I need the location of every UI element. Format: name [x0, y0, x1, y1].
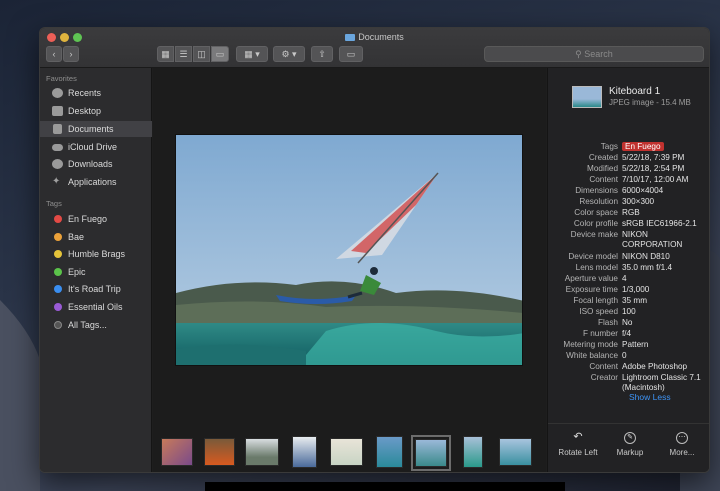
show-less-link[interactable]: Show Less — [629, 392, 671, 402]
thumbnail-2[interactable] — [204, 438, 235, 466]
thumbnail-4[interactable] — [292, 436, 317, 468]
sidebar-tag-humble-brags[interactable]: Humble Brags — [40, 246, 152, 262]
download-icon — [52, 159, 63, 169]
edit-tags-button[interactable]: ▭ — [339, 46, 363, 62]
sidebar-tag-essential-oils[interactable]: Essential Oils — [40, 299, 152, 315]
preview-inspector: Kiteboard 1 JPEG image - 15.4 MB Tags En… — [547, 68, 709, 472]
tags-heading: Tags — [46, 199, 62, 208]
search-placeholder: Search — [584, 49, 613, 59]
purple-tag-icon — [54, 303, 62, 311]
favorites-heading: Favorites — [46, 74, 77, 83]
icon-view-button[interactable]: ▦ — [157, 46, 174, 62]
group-icon: ▦ ▾ — [244, 49, 260, 59]
sidebar-tag-en-fuego[interactable]: En Fuego — [40, 211, 152, 227]
sidebar-tag-its-road-trip[interactable]: It's Road Trip — [40, 281, 152, 297]
green-tag-icon — [54, 268, 62, 276]
list-view-button[interactable]: ☰ — [175, 46, 192, 62]
thumbnail-6[interactable] — [376, 436, 403, 468]
finder-window: Documents ‹ › ▦ ☰ ◫ ▭ ▦ ▾ ⚙ ▾ ⇧ ▭ ⚲ Sear… — [39, 27, 710, 473]
thumbnail-kiteboard-1-selected[interactable] — [411, 435, 451, 471]
yellow-tag-icon — [54, 250, 62, 258]
column-view-button[interactable]: ◫ — [193, 46, 210, 62]
kiteboard-photo — [176, 135, 522, 365]
gear-icon: ⚙ ▾ — [281, 49, 297, 59]
file-name: Kiteboard 1 — [609, 86, 661, 97]
quick-actions-bar: ↶ Rotate Left ✎ Markup ⋯ More... — [548, 423, 709, 472]
thumbnail-9[interactable] — [499, 438, 532, 466]
applications-icon: ✦ — [52, 176, 61, 187]
chevron-left-icon: ‹ — [52, 49, 56, 59]
sidebar-item-desktop[interactable]: Desktop — [40, 103, 152, 119]
gallery-preview-pane — [153, 68, 546, 472]
gallery-icon: ▭ — [215, 49, 225, 59]
folder-icon — [345, 34, 356, 41]
forward-button[interactable]: › — [63, 46, 79, 62]
document-icon — [53, 124, 62, 134]
markup-icon: ✎ — [624, 432, 636, 444]
grid-icon: ▦ — [161, 49, 170, 59]
list-icon: ☰ — [179, 49, 188, 59]
columns-icon: ◫ — [197, 49, 206, 59]
image-preview[interactable] — [175, 134, 523, 366]
orange-tag-icon — [54, 233, 62, 241]
all-tags-icon — [54, 321, 62, 329]
more-icon: ⋯ — [676, 432, 688, 444]
thumbnail-3[interactable] — [245, 438, 279, 466]
sidebar-item-downloads[interactable]: Downloads — [40, 156, 152, 172]
search-field[interactable]: ⚲ Search — [484, 46, 704, 62]
desktop-icon — [52, 106, 63, 116]
rotate-left-button[interactable]: ↶ Rotate Left — [551, 431, 605, 458]
sidebar-item-icloud-drive[interactable]: iCloud Drive — [40, 139, 152, 155]
search-icon: ⚲ — [575, 49, 582, 59]
caption-bar — [205, 482, 565, 491]
file-thumbnail — [572, 86, 602, 108]
tag-badge[interactable]: En Fuego — [622, 142, 664, 151]
filmstrip — [153, 430, 546, 472]
more-button[interactable]: ⋯ More... — [655, 432, 709, 457]
thumbnail-8[interactable] — [463, 436, 483, 468]
action-menu-button[interactable]: ⚙ ▾ — [273, 46, 305, 62]
sidebar-all-tags[interactable]: All Tags... — [40, 317, 152, 333]
clock-icon — [52, 88, 63, 98]
share-button[interactable]: ⇧ — [311, 46, 333, 62]
rotate-left-icon: ↶ — [573, 431, 583, 443]
tag-icon: ▭ — [346, 49, 356, 59]
blue-tag-icon — [54, 285, 62, 293]
thumbnail-5[interactable] — [330, 438, 363, 466]
sidebar-tag-bae[interactable]: Bae — [40, 229, 152, 245]
file-kind-size: JPEG image - 15.4 MB — [609, 98, 691, 107]
red-tag-icon — [54, 215, 62, 223]
titlebar: Documents ‹ › ▦ ☰ ◫ ▭ ▦ ▾ ⚙ ▾ ⇧ ▭ ⚲ Sear… — [40, 28, 709, 68]
sidebar-item-applications[interactable]: ✦ Applications — [40, 174, 152, 190]
cloud-icon — [52, 144, 63, 151]
group-by-button[interactable]: ▦ ▾ — [236, 46, 268, 62]
back-button[interactable]: ‹ — [46, 46, 62, 62]
sidebar: Favorites Recents Desktop Documents iClo… — [40, 68, 152, 472]
share-icon: ⇧ — [318, 49, 326, 59]
thumbnail-1[interactable] — [161, 438, 193, 466]
sidebar-item-documents[interactable]: Documents — [40, 121, 152, 137]
sidebar-tag-epic[interactable]: Epic — [40, 264, 152, 280]
markup-button[interactable]: ✎ Markup — [603, 432, 657, 457]
sidebar-item-recents[interactable]: Recents — [40, 85, 152, 101]
window-title: Documents — [40, 32, 709, 42]
chevron-right-icon: › — [69, 49, 73, 59]
gallery-view-button[interactable]: ▭ — [211, 46, 229, 62]
